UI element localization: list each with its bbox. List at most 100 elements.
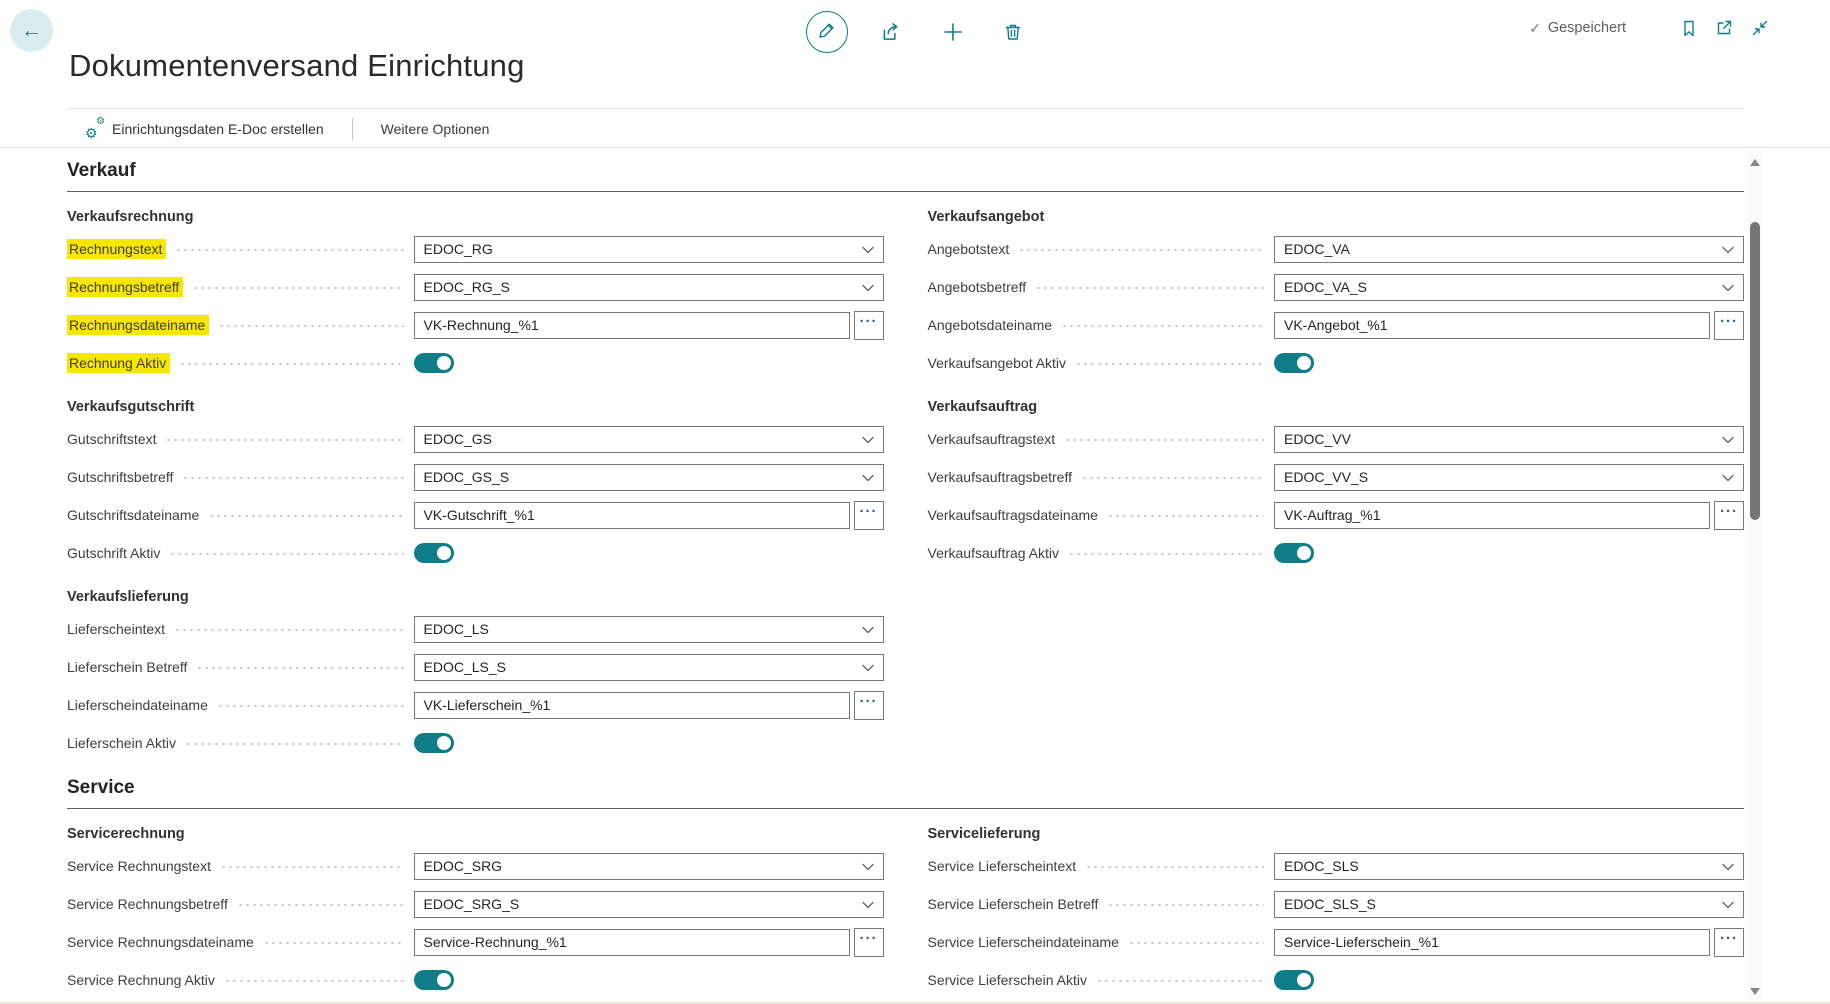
share-button[interactable] (880, 21, 902, 43)
field-control: VK-Auftrag_%1··· (1274, 501, 1744, 530)
scroll-down-icon[interactable] (1750, 988, 1760, 995)
select-value: EDOC_SRG_S (424, 896, 520, 912)
field-group: VerkaufsgutschriftGutschriftstextEDOC_GS… (67, 394, 884, 572)
chevron-down-icon (1722, 469, 1734, 485)
ellipsis-icon: ··· (860, 317, 878, 327)
text-field[interactable]: VK-Angebot_%1 (1274, 312, 1710, 339)
collapse-icon (1750, 18, 1770, 38)
chevron-down-icon (1722, 241, 1734, 257)
bookmark-button[interactable] (1680, 19, 1698, 38)
field-control: EDOC_GS_S (414, 464, 884, 491)
toolbar (806, 10, 1023, 54)
field-control: EDOC_GS (414, 426, 884, 453)
select-field[interactable]: EDOC_GS_S (414, 464, 884, 491)
select-field[interactable]: EDOC_VV_S (1274, 464, 1744, 491)
toggle-switch[interactable] (414, 543, 454, 563)
field-row: Gutschrift Aktiv (67, 534, 884, 572)
field-label: Service Lieferschein Betreff (928, 896, 1099, 912)
select-value: EDOC_VV_S (1284, 469, 1368, 485)
select-value: EDOC_LS_S (424, 659, 506, 675)
select-field[interactable]: EDOC_VV (1274, 426, 1744, 453)
select-field[interactable]: EDOC_LS_S (414, 654, 884, 681)
toggle-switch[interactable] (1274, 543, 1314, 563)
select-field[interactable]: EDOC_SRG (414, 853, 884, 880)
chevron-down-icon (862, 241, 874, 257)
group-title: Verkaufsauftrag (928, 394, 1745, 420)
assist-edit-button[interactable]: ··· (1714, 501, 1744, 530)
text-field[interactable]: Service-Lieferschein_%1 (1274, 929, 1710, 956)
dotted-leader (237, 904, 404, 906)
field-group: VerkaufsangebotAngebotstextEDOC_VAAngebo… (928, 204, 1745, 382)
select-field[interactable]: EDOC_SLS (1274, 853, 1744, 880)
select-field[interactable]: EDOC_SRG_S (414, 891, 884, 918)
field-label: Rechnungsdateiname (67, 315, 209, 335)
select-value: EDOC_RG (424, 241, 493, 257)
select-field[interactable]: EDOC_RG (414, 236, 884, 263)
field-label: Verkaufsangebot Aktiv (928, 355, 1067, 371)
assist-edit-button[interactable]: ··· (854, 311, 884, 340)
field-row: LieferscheindateinameVK-Lieferschein_%1·… (67, 686, 884, 724)
text-field[interactable]: VK-Gutschrift_%1 (414, 502, 850, 529)
field-label: Rechnungstext (67, 239, 166, 259)
open-in-new-window-button[interactable] (1714, 18, 1734, 38)
select-field[interactable]: EDOC_GS (414, 426, 884, 453)
group-title: Servicerechnung (67, 821, 884, 847)
assist-edit-button[interactable]: ··· (854, 691, 884, 720)
dotted-leader (1081, 477, 1264, 479)
assist-edit-button[interactable]: ··· (854, 928, 884, 957)
text-field[interactable]: Service-Rechnung_%1 (414, 929, 850, 956)
toggle-knob (1297, 356, 1311, 370)
create-edoc-setup-action[interactable]: ⚙ ⚙ Einrichtungsdaten E-Doc erstellen (67, 120, 330, 138)
collapse-button[interactable] (1750, 18, 1770, 38)
select-value: EDOC_VV (1284, 431, 1351, 447)
gears-icon: ⚙ ⚙ (85, 120, 103, 138)
dotted-leader (224, 980, 404, 982)
scrollbar-thumb[interactable] (1750, 222, 1760, 520)
select-field[interactable]: EDOC_LS (414, 616, 884, 643)
toggle-switch[interactable] (414, 970, 454, 990)
select-value: EDOC_SLS_S (1284, 896, 1376, 912)
dotted-leader (220, 866, 404, 868)
field-control: Service-Rechnung_%1··· (414, 928, 884, 957)
text-field[interactable]: VK-Lieferschein_%1 (414, 692, 850, 719)
ellipsis-icon: ··· (1720, 317, 1738, 327)
back-button[interactable]: ← (10, 9, 53, 52)
field-label: Service Lieferschein Aktiv (928, 972, 1088, 988)
vertical-scrollbar[interactable] (1747, 150, 1763, 1004)
field-control: EDOC_SRG (414, 853, 884, 880)
field-row: Rechnungsdateiname VK-Rechnung_%1 ··· (67, 306, 884, 344)
select-field[interactable]: EDOC_VA (1274, 236, 1744, 263)
select-field[interactable]: EDOC_SLS_S (1274, 891, 1744, 918)
field-row: Service LieferscheintextEDOC_SLS (928, 847, 1745, 885)
toggle-switch[interactable] (414, 733, 454, 753)
text-field-value: VK-Gutschrift_%1 (424, 507, 535, 523)
new-button[interactable] (942, 21, 964, 43)
delete-button[interactable] (1003, 22, 1023, 42)
dotted-leader (174, 629, 403, 631)
toggle-switch[interactable] (1274, 353, 1314, 373)
group-title: Verkaufsangebot (928, 204, 1745, 230)
field-label: Verkaufsauftragsbetreff (928, 469, 1073, 485)
toggle-switch[interactable] (414, 353, 454, 373)
select-field[interactable]: EDOC_RG_S (414, 274, 884, 301)
toggle-switch[interactable] (1274, 970, 1314, 990)
assist-edit-button[interactable]: ··· (1714, 311, 1744, 340)
field-column: ServicerechnungService RechnungstextEDOC… (67, 809, 884, 999)
field-control: VK-Rechnung_%1 ··· (414, 311, 884, 340)
assist-edit-button[interactable]: ··· (854, 501, 884, 530)
text-field[interactable]: VK-Rechnung_%1 (414, 312, 850, 339)
toggle-knob (437, 736, 451, 750)
scroll-up-icon[interactable] (1750, 159, 1760, 166)
field-row: Service LieferscheindateinameService-Lie… (928, 923, 1745, 961)
select-field[interactable]: EDOC_VA_S (1274, 274, 1744, 301)
assist-edit-button[interactable]: ··· (1714, 928, 1744, 957)
field-group: VerkaufslieferungLieferscheintextEDOC_LS… (67, 584, 884, 762)
field-row: AngebotsdateinameVK-Angebot_%1··· (928, 306, 1745, 344)
more-options-action[interactable]: Weitere Optionen (375, 121, 496, 137)
text-field-value: VK-Lieferschein_%1 (424, 697, 551, 713)
chevron-down-icon (862, 431, 874, 447)
edit-button[interactable] (806, 11, 848, 53)
dotted-leader (263, 942, 404, 944)
text-field[interactable]: VK-Auftrag_%1 (1274, 502, 1710, 529)
field-row: Service RechnungsdateinameService-Rechnu… (67, 923, 884, 961)
